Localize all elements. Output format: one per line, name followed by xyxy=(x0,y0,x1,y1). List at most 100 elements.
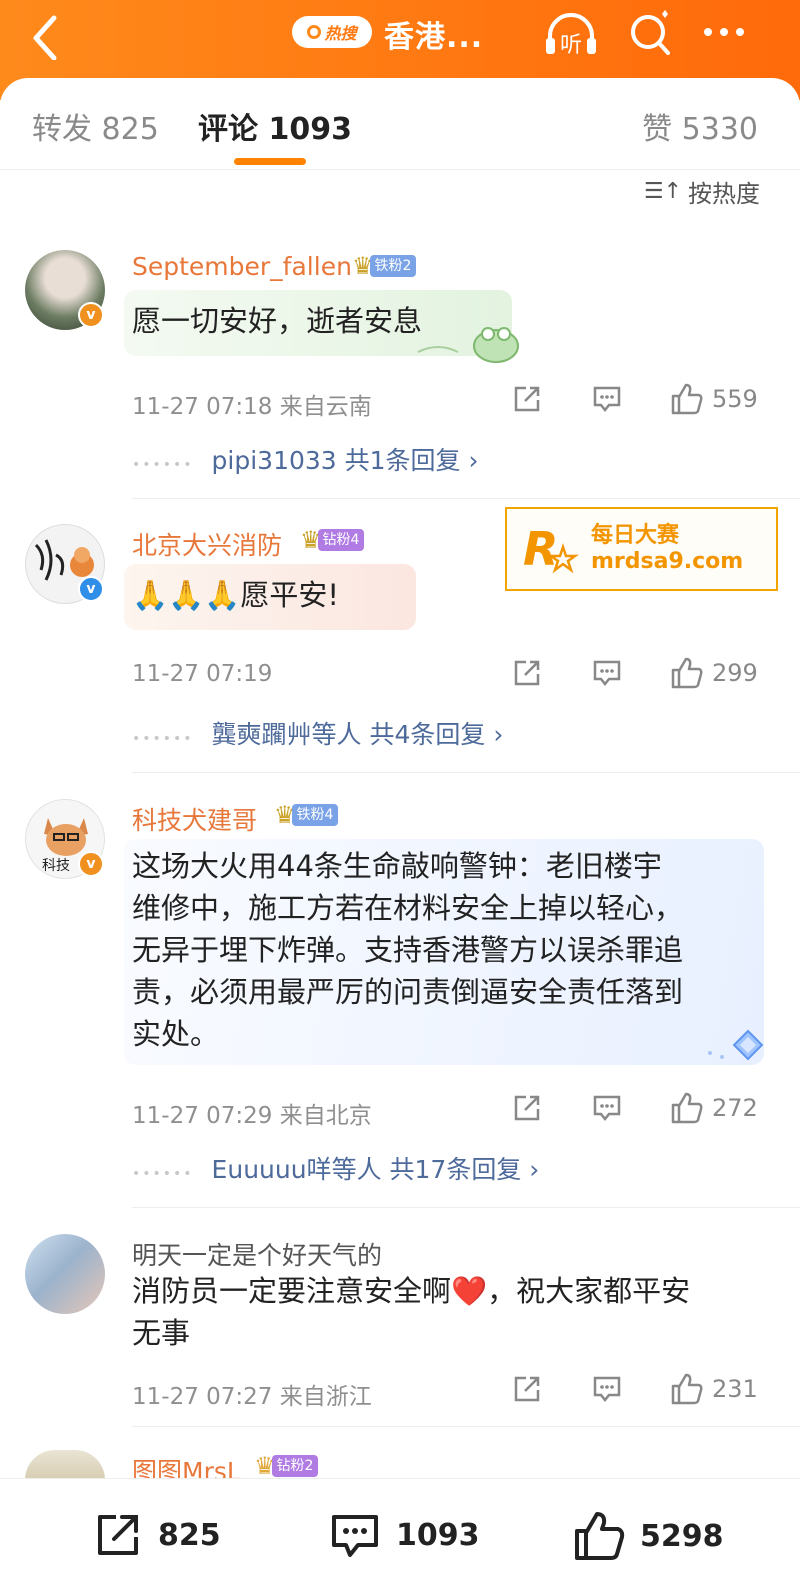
fan-badge-label: 钻粉2 xyxy=(271,1455,319,1477)
back-button[interactable] xyxy=(26,10,66,61)
sort-icon: ☰↑ xyxy=(643,179,682,204)
listen-button[interactable]: 听 xyxy=(542,8,600,60)
fan-badge: ♛ 钻粉4 xyxy=(300,528,365,552)
sort-button[interactable]: ☰↑ 按热度 xyxy=(644,174,760,209)
like-button[interactable]: 559 xyxy=(670,382,758,416)
reply-button[interactable] xyxy=(592,658,622,688)
avatar[interactable] xyxy=(25,1234,105,1314)
comment-username[interactable]: 北京大兴消防 xyxy=(132,526,282,562)
comment-icon xyxy=(593,386,621,413)
tab-likes[interactable]: 赞 5330 xyxy=(642,104,758,148)
reply-summary: 龔奭躙艸等人 共4条回复 › xyxy=(211,720,504,749)
thumbs-up-icon xyxy=(671,383,703,415)
svg-text:R: R xyxy=(523,522,558,576)
hot-search-pill[interactable]: 热搜 xyxy=(292,16,372,48)
share-button[interactable] xyxy=(512,1374,542,1404)
comment-text: 消防员一定要注意安全啊❤️，祝大家都平安 无事 xyxy=(132,1270,690,1354)
like-button[interactable]: 299 xyxy=(670,656,758,690)
dots-icon: •••••• xyxy=(132,457,194,473)
dots-icon: •••••• xyxy=(132,1166,194,1182)
share-button[interactable] xyxy=(512,658,542,688)
reply-button[interactable] xyxy=(592,1374,622,1404)
reply-thread-link[interactable]: •••••• 龔奭躙艸等人 共4条回复 › xyxy=(132,715,503,751)
share-button[interactable] xyxy=(512,1093,542,1123)
reply-summary: pipi31033 共1条回复 › xyxy=(211,446,479,475)
comment-sheet: 转发 825 评论 1093 赞 5330 ☰↑ 按热度 xyxy=(0,78,800,1478)
watermark-banner: R 每日大赛 mrdsa9.com xyxy=(505,507,778,591)
comment-text-line: 消防员一定要注意安全啊❤️，祝大家都平安 xyxy=(132,1274,691,1308)
share-icon xyxy=(514,660,540,686)
divider xyxy=(132,498,800,499)
fan-badge: ♛ 钻粉2 xyxy=(254,1454,319,1478)
thumbs-up-icon xyxy=(575,1512,625,1560)
comment-text-line: 无异于埋下炸弹。支持香港警方以误杀罪追 xyxy=(132,933,684,967)
sort-label: 按热度 xyxy=(688,180,760,208)
like-count: 559 xyxy=(712,385,758,413)
tab-repost[interactable]: 转发 825 xyxy=(32,104,159,148)
comment-time-location: 11-27 07:18 来自云南 xyxy=(132,394,372,420)
share-icon xyxy=(514,1095,540,1121)
divider xyxy=(132,772,800,773)
bottom-action-bar: 825 1093 5298 xyxy=(0,1478,800,1595)
search-button[interactable] xyxy=(628,8,674,58)
like-button[interactable]: 231 xyxy=(670,1372,758,1406)
reply-thread-link[interactable]: •••••• pipi31033 共1条回复 › xyxy=(132,441,479,477)
divider xyxy=(132,1426,800,1427)
tab-comments[interactable]: 评论 1093 xyxy=(198,104,352,148)
topic-title[interactable]: 香港... xyxy=(384,12,483,56)
verified-badge-icon: v xyxy=(78,576,104,602)
thumbs-up-icon xyxy=(671,657,703,689)
comment-text: 这场大火用44条生命敲响警钟：老旧楼宇 维修中，施工方若在材料安全上掉以轻心， … xyxy=(132,845,683,1055)
comment-count: 1093 xyxy=(396,1517,480,1553)
verified-badge-icon: v xyxy=(78,302,104,328)
comment-username[interactable]: 科技犬建哥 xyxy=(132,801,257,837)
watermark-name: 每日大赛 xyxy=(591,523,680,548)
fan-badge-label: 铁粉2 xyxy=(369,255,417,277)
repost-button[interactable]: 825 xyxy=(92,1509,221,1561)
comment-username[interactable]: September_fallen xyxy=(132,252,352,281)
reply-button[interactable] xyxy=(592,1093,622,1123)
divider xyxy=(132,1207,800,1208)
svg-text:听: 听 xyxy=(560,33,582,58)
comment-icon xyxy=(593,1376,621,1403)
reply-thread-link[interactable]: •••••• Euuuuu咩等人 共17条回复 › xyxy=(132,1150,539,1186)
comment-icon xyxy=(593,1095,621,1122)
share-icon xyxy=(98,1515,138,1555)
comment-time-location: 11-27 07:29 来自北京 xyxy=(132,1103,372,1129)
reply-summary: Euuuuu咩等人 共17条回复 › xyxy=(211,1155,540,1184)
chevron-left-icon xyxy=(33,15,57,61)
comment-icon xyxy=(332,1515,378,1557)
watermark-url: mrdsa9.com xyxy=(591,549,744,574)
comment-button[interactable]: 1093 xyxy=(328,1509,480,1561)
search-icon xyxy=(631,10,670,55)
comment-username[interactable]: 明天一定是个好天气的 xyxy=(132,1236,382,1272)
comment-text-line: 实处。 xyxy=(132,1017,220,1051)
search-icon xyxy=(307,25,322,39)
comment-text-line: 维修中，施工方若在材料安全上掉以轻心， xyxy=(132,891,684,925)
comment-text-line: 无事 xyxy=(132,1316,191,1350)
fan-badge-label: 铁粉4 xyxy=(291,804,339,826)
share-button[interactable] xyxy=(512,384,542,414)
comment-text: 🙏🙏🙏愿平安! xyxy=(132,578,339,612)
reply-button[interactable] xyxy=(592,384,622,414)
repost-count: 825 xyxy=(158,1517,221,1553)
thumbs-up-icon xyxy=(671,1092,703,1124)
fan-badge: ♛ 铁粉2 xyxy=(352,254,417,278)
like-button[interactable]: 272 xyxy=(670,1091,758,1125)
tab-bar: 转发 825 评论 1093 赞 5330 xyxy=(0,78,800,170)
thumbs-up-icon xyxy=(671,1373,703,1405)
watermark-logo-icon: R xyxy=(519,519,579,579)
more-dot-icon xyxy=(720,28,728,36)
dots-icon: •••••• xyxy=(132,731,194,747)
svg-text:科技: 科技 xyxy=(42,858,70,874)
more-options-button[interactable] xyxy=(704,22,754,42)
like-button[interactable]: 5298 xyxy=(572,1509,724,1563)
comment-text-line: 责，必须用最严厉的问责倒逼安全责任落到 xyxy=(132,975,684,1009)
comment-time-location: 11-27 07:19 xyxy=(132,661,273,687)
comment-icon xyxy=(593,660,621,687)
watermark-text: 每日大赛 mrdsa9.com xyxy=(591,523,743,575)
comment-text-line: 这场大火用44条生命敲响警钟：老旧楼宇 xyxy=(132,849,662,883)
like-count: 231 xyxy=(712,1375,758,1403)
like-count: 5298 xyxy=(640,1518,724,1554)
more-dot-icon xyxy=(704,28,712,36)
